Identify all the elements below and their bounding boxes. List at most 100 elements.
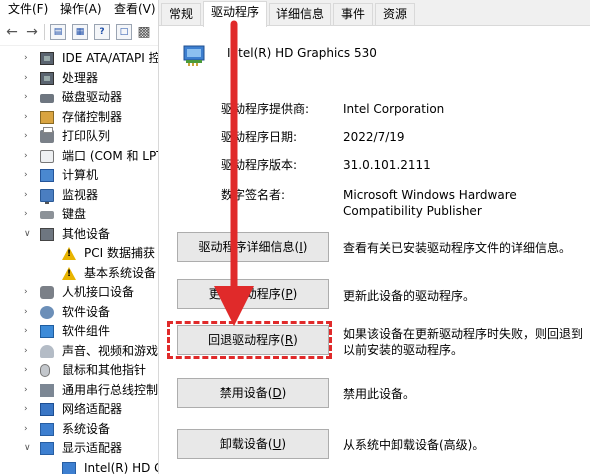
tree-item[interactable]: › 键盘 [0, 205, 158, 224]
software-device-icon [40, 305, 54, 319]
processor-icon [40, 71, 54, 85]
tree-item[interactable]: › 打印队列 [0, 127, 158, 146]
properties-dialog: 常规 驱动程序 详细信息 事件 资源 Intel(R) HD Graphics … [158, 0, 590, 474]
tree-item-label: 软件组件 [62, 324, 111, 338]
chevron-right-icon[interactable]: › [24, 72, 34, 84]
tree-item[interactable]: › 磁盘驱动器 [0, 88, 158, 107]
tree-item[interactable]: 基本系统设备 [0, 264, 158, 283]
tab-general[interactable]: 常规 [161, 3, 201, 25]
display-adapter-icon [62, 461, 76, 474]
chevron-right-icon[interactable]: › [24, 364, 34, 376]
scan-hardware-icon[interactable]: □ [116, 24, 132, 40]
chevron-right-icon[interactable]: › [24, 403, 34, 415]
button-label-tail: ) [292, 287, 298, 301]
tree-item[interactable]: ∨ 其他设备 [0, 225, 158, 244]
hid-icon [40, 286, 54, 299]
tree-item[interactable]: › 处理器 [0, 69, 158, 88]
tree-item[interactable]: › 存储控制器 [0, 108, 158, 127]
chevron-right-icon[interactable]: › [24, 423, 34, 435]
button-label-tail: ) [281, 386, 287, 400]
display-adapter-card-icon [183, 45, 205, 66]
tab-driver[interactable]: 驱动程序 [203, 1, 267, 27]
driver-details-button[interactable]: 驱动程序详细信息(I) [177, 232, 329, 262]
update-driver-button[interactable]: 更新驱动程序(P) [177, 279, 329, 309]
toolbar: ← → ▤ ▦ ? □ ▩ [0, 18, 158, 46]
tree-item[interactable]: › IDE ATA/ATAPI 控 [0, 49, 158, 68]
tree-item-label: 端口 (COM 和 LPT) [62, 148, 158, 163]
chevron-right-icon[interactable]: › [24, 286, 34, 298]
tab-strip: 常规 驱动程序 详细信息 事件 资源 [159, 0, 590, 27]
tree-item-label: IDE ATA/ATAPI 控 [62, 51, 158, 65]
tree-item-label: 通用串行总线控制 [62, 382, 158, 397]
tree-item-label: 软件设备 [62, 304, 111, 319]
audio-icon [40, 344, 54, 358]
tab-details[interactable]: 详细信息 [269, 3, 331, 25]
uninstall-device-button[interactable]: 卸载设备(U) [177, 429, 329, 459]
menu-view[interactable]: 查看(V) [114, 1, 156, 17]
button-label: 更新驱动程序( [208, 287, 286, 301]
tree-item[interactable]: › 计算机 [0, 166, 158, 185]
tree-item-label: 显示适配器 [62, 441, 123, 455]
tree-item-label: 打印队列 [62, 129, 111, 143]
chevron-right-icon[interactable]: › [24, 169, 34, 181]
forward-arrow-icon[interactable]: → [24, 23, 40, 41]
highlight-dashed-box [167, 321, 332, 359]
tab-events[interactable]: 事件 [333, 3, 373, 25]
button-accelerator: D [272, 386, 282, 400]
chevron-right-icon[interactable]: › [24, 150, 34, 162]
chevron-right-icon[interactable]: › [24, 111, 34, 123]
chevron-right-icon[interactable]: › [24, 384, 34, 396]
keyboard-icon [40, 211, 54, 219]
back-arrow-icon[interactable]: ← [4, 23, 20, 41]
tree-item[interactable]: › 软件组件 [0, 322, 158, 341]
chevron-down-icon[interactable]: ∨ [24, 228, 34, 240]
button-label: 卸载设备( [219, 437, 273, 451]
tree-item-label: 磁盘驱动器 [62, 90, 123, 104]
chevron-right-icon[interactable]: › [24, 325, 34, 337]
button-label: 禁用设备( [219, 386, 273, 400]
tree-item[interactable]: Intel(R) HD G [0, 459, 158, 474]
other-devices-icon [40, 227, 54, 241]
tree-item[interactable]: › 网络适配器 [0, 400, 158, 419]
chevron-right-icon[interactable]: › [24, 345, 34, 357]
computer-icon [40, 169, 54, 182]
disable-device-button[interactable]: 禁用设备(D) [177, 378, 329, 408]
chevron-right-icon[interactable]: › [24, 91, 34, 103]
tree-item-label: Intel(R) HD G [84, 460, 158, 474]
digital-signer-value: Microsoft Windows Hardware Compatibility… [343, 188, 517, 218]
tree-item-label: 计算机 [62, 168, 99, 182]
warning-device-icon [62, 247, 76, 260]
chevron-right-icon[interactable]: › [24, 52, 34, 64]
menu-file[interactable]: 文件(F) [8, 1, 48, 17]
disk-drive-icon [40, 94, 54, 103]
tree-item[interactable]: › 软件设备 [0, 303, 158, 322]
driver-provider-value: Intel Corporation [343, 102, 445, 116]
chevron-down-icon[interactable]: ∨ [24, 442, 34, 454]
menu-action[interactable]: 操作(A) [60, 1, 102, 17]
tree-item[interactable]: › 声音、视频和游戏 [0, 342, 158, 361]
tree-item[interactable]: › 通用串行总线控制 [0, 381, 158, 400]
tab-resources[interactable]: 资源 [375, 3, 415, 25]
driver-version-label: 驱动程序版本: [221, 158, 298, 172]
chevron-right-icon[interactable]: › [24, 306, 34, 318]
chevron-right-icon[interactable]: › [24, 208, 34, 220]
properties-icon[interactable]: ▦ [72, 24, 88, 40]
button-label-tail: ) [302, 240, 308, 254]
button-accelerator: P [285, 287, 293, 301]
driver-version-value: 31.0.101.2111 [343, 158, 431, 172]
tree-item[interactable]: PCI 数据捕获 [0, 244, 158, 263]
system-device-icon [40, 422, 54, 436]
help-icon[interactable]: ? [94, 24, 110, 40]
tree-item[interactable]: › 鼠标和其他指针 [0, 361, 158, 380]
chevron-right-icon[interactable]: › [24, 189, 34, 201]
tree-item[interactable]: › 端口 (COM 和 LPT) [0, 147, 158, 166]
show-hide-tree-icon[interactable]: ▤ [50, 24, 66, 40]
chevron-right-icon[interactable]: › [24, 130, 34, 142]
tree-item-label: 存储控制器 [62, 109, 123, 124]
tree-item[interactable]: › 监视器 [0, 186, 158, 205]
tree-item-label: 系统设备 [62, 421, 111, 436]
tree-item[interactable]: › 系统设备 [0, 420, 158, 439]
tree-item[interactable]: ∨ 显示适配器 [0, 439, 158, 458]
monitor-icon[interactable]: ▩ [136, 23, 152, 41]
tree-item[interactable]: › 人机接口设备 [0, 283, 158, 302]
